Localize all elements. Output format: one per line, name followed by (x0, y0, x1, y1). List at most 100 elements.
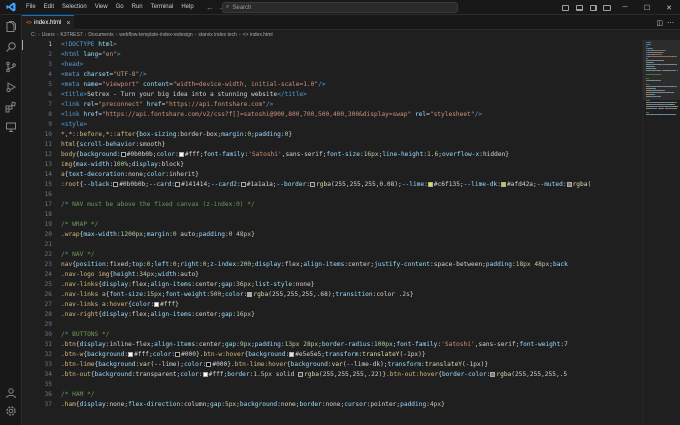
menu-terminal[interactable]: Terminal (147, 0, 178, 15)
close-tab-icon[interactable]: × (66, 20, 70, 27)
breadcrumb-item[interactable]: starvix index tech (198, 32, 237, 38)
code-line[interactable]: 9 <style> (22, 120, 642, 130)
code-line[interactable]: 36 /* HAM */ (22, 390, 642, 400)
code-line[interactable]: 5 <meta name="viewport" content="width=de… (22, 80, 642, 90)
breadcrumb-item[interactable]: Documents (88, 32, 113, 38)
maximize-icon[interactable]: ☐ (636, 0, 658, 15)
minimap-line (646, 78, 649, 79)
extensions-icon[interactable] (4, 100, 18, 114)
code-line[interactable]: 16 (22, 190, 642, 200)
color-swatch-icon[interactable] (206, 362, 212, 367)
toggle-secondary-sidebar-icon[interactable] (586, 0, 600, 15)
code-line[interactable]: 14 a{text-decoration:none;color:inherit} (22, 170, 642, 180)
remote-explorer-icon[interactable] (4, 120, 18, 134)
code-line[interactable]: 30 /* BUTTONS */ (22, 330, 642, 340)
color-swatch-icon[interactable] (120, 152, 126, 157)
code-line[interactable]: 19 /* WRAP */ (22, 220, 642, 230)
code-line[interactable]: 17 /* NAV must be above the fixed canvas … (22, 200, 642, 210)
customize-layout-icon[interactable] (600, 0, 614, 15)
code-token: 100% (113, 161, 129, 168)
menu-file[interactable]: File (22, 0, 40, 15)
breadcrumb-item[interactable]: <> index.html (243, 32, 273, 38)
menu-view[interactable]: View (91, 0, 112, 15)
settings-gear-icon[interactable] (4, 404, 18, 418)
code-line[interactable]: 37 .ham{display:none;flex-direction:colum… (22, 400, 642, 410)
code-line[interactable]: 7 <link rel="preconnect" href="https://ap… (22, 100, 642, 110)
code-line[interactable]: 25 .nav-links{display:flex;align-items:ce… (22, 280, 642, 290)
source-control-icon[interactable] (4, 60, 18, 74)
code-token: transform (387, 361, 422, 368)
code-line[interactable]: 13 img{max-width:100%;display:block} (22, 160, 642, 170)
menu-go[interactable]: Go (112, 0, 128, 15)
code-line[interactable]: 24 .nav-logo img{height:34px;width:auto} (22, 270, 642, 280)
breadcrumb-item[interactable]: K3TRES7 (60, 32, 82, 38)
code-line[interactable]: 4 <meta charset="UTF-8"/> (22, 70, 642, 80)
toggle-panel-icon[interactable] (572, 0, 586, 15)
code-line[interactable]: 34 .btn-out{background:transparent;color:… (22, 370, 642, 380)
code-line[interactable]: 21 (22, 240, 642, 250)
code-editor[interactable]: 1 <!DOCTYPE html> 2 <html lang="en"> 3 <head>… (22, 40, 642, 425)
code-line[interactable]: 27 .nav-links a:hover{color: #fff} (22, 300, 642, 310)
color-swatch-icon[interactable] (175, 352, 181, 357)
color-swatch-icon[interactable] (500, 182, 506, 187)
minimap[interactable] (642, 40, 680, 425)
color-swatch-icon[interactable] (490, 372, 496, 377)
tab-index-html[interactable]: <> index.html × (22, 15, 74, 30)
code-line[interactable]: 28 .nav-right{display:flex;align-items:ce… (22, 310, 642, 320)
color-swatch-icon[interactable] (128, 352, 134, 357)
run-debug-icon[interactable] (4, 80, 18, 94)
color-swatch-icon[interactable] (178, 152, 184, 157)
menu-help[interactable]: Help (177, 0, 197, 15)
code-line[interactable]: 29 (22, 320, 642, 330)
account-icon[interactable] (4, 386, 18, 400)
code-token: "https://api.fontshare.com" (165, 101, 266, 108)
code-line[interactable]: 23 nav{position:fixed;top:0;left:0;right:… (22, 260, 642, 270)
color-swatch-icon[interactable] (427, 182, 433, 187)
code-line[interactable]: 18 (22, 210, 642, 220)
code-line[interactable]: 31 .btn{display:inline-flex;align-items:c… (22, 340, 642, 350)
code-line[interactable]: 2 <html lang="en"> (22, 50, 642, 60)
color-swatch-icon[interactable] (566, 182, 572, 187)
breadcrumb-item[interactable]: Users (42, 32, 55, 38)
code-line[interactable]: 15:root{--black: #0b0b0b;--card: #141414;-… (22, 180, 642, 190)
code-token: rgba (572, 181, 588, 188)
more-actions-icon[interactable]: ⋯ (667, 19, 674, 27)
breadcrumb-item[interactable]: webflow-template-index-redesign (119, 32, 192, 38)
code-line[interactable]: 32 .btn-w{background: #fff;color: #000}.btn… (22, 350, 642, 360)
code-line[interactable]: 33 .btn-lime{background:var(--lime);color… (22, 360, 642, 370)
code-line[interactable]: 1 <!DOCTYPE html> (22, 40, 642, 50)
back-arrow-icon[interactable]: ← (206, 3, 214, 12)
command-center-search[interactable]: ⌕ Search (222, 2, 458, 13)
toggle-primary-sidebar-icon[interactable] (558, 0, 572, 15)
code-line[interactable]: 3 <head> (22, 60, 642, 70)
color-swatch-icon[interactable] (247, 292, 253, 297)
color-swatch-icon[interactable] (154, 302, 160, 307)
line-number: 34 (44, 371, 52, 378)
search-icon[interactable] (4, 40, 18, 54)
color-swatch-icon[interactable] (202, 372, 208, 377)
minimap-line (651, 48, 653, 49)
code-line[interactable]: 20 .wrap{max-width:1200px;margin:0 auto;p… (22, 230, 642, 240)
menu-run[interactable]: Run (128, 0, 147, 15)
explorer-icon[interactable] (4, 20, 18, 34)
menu-edit[interactable]: Edit (40, 0, 58, 15)
code-line[interactable]: 6 <title>Setrex - Turn your big idea into… (22, 90, 642, 100)
color-swatch-icon[interactable] (310, 182, 316, 187)
minimize-icon[interactable]: ─ (614, 0, 636, 15)
color-swatch-icon[interactable] (298, 372, 304, 377)
color-swatch-icon[interactable] (113, 182, 119, 187)
code-line[interactable]: 8 <link href="https://api.fontshare.com/v… (22, 110, 642, 120)
color-swatch-icon[interactable] (289, 352, 295, 357)
code-line[interactable]: 26 .nav-links a{font-size:15px;font-weigh… (22, 290, 642, 300)
menu-selection[interactable]: Selection (58, 0, 91, 15)
code-line[interactable]: 11 html{scroll-behavior:smooth} (22, 140, 642, 150)
color-swatch-icon[interactable] (175, 182, 181, 187)
line-number: 18 (44, 211, 52, 218)
code-line[interactable]: 10 *,*::before,*::after{box-sizing:border… (22, 130, 642, 140)
code-line[interactable]: 22 /* NAV */ (22, 250, 642, 260)
split-editor-icon[interactable]: ◫ (656, 19, 663, 27)
code-line[interactable]: 12 body{background: #0b0b0b;color: #fff;fon… (22, 150, 642, 160)
code-line[interactable]: 35 (22, 380, 642, 390)
color-swatch-icon[interactable] (240, 182, 246, 187)
close-window-icon[interactable]: ✕ (658, 0, 680, 15)
